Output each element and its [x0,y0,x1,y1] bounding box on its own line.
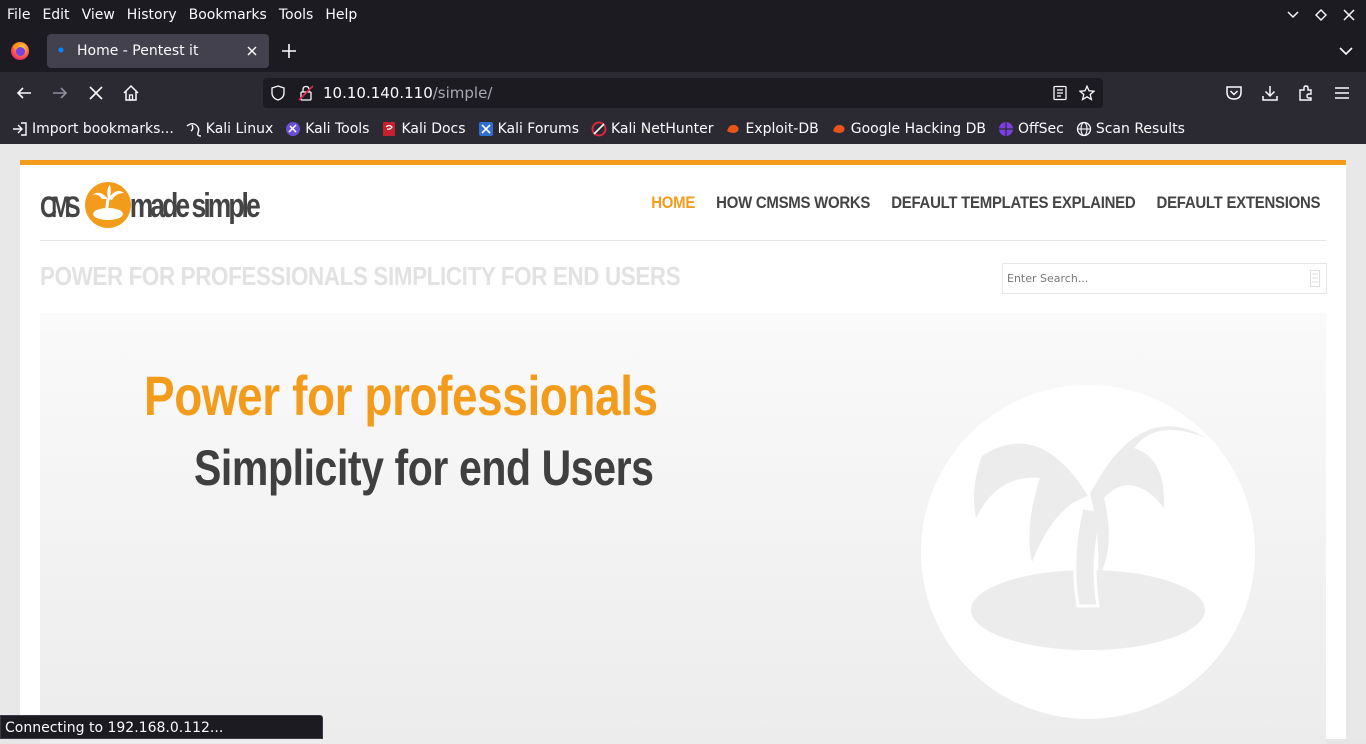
app-menu-button[interactable] [1332,83,1352,103]
window-controls [1286,0,1356,30]
hamburger-menu-icon [1335,87,1349,99]
globe-icon [1076,121,1091,137]
url-path: /simple/ [432,84,493,102]
shield-icon[interactable] [270,85,286,101]
page-viewport: CMS made simple HOME HOW CMSMS WORKS DEF… [0,144,1366,744]
tab-title: Home - Pentest it [77,43,199,59]
menu-edit[interactable]: Edit [36,0,75,30]
bookmark-label: Kali Linux [205,121,274,137]
forward-button[interactable] [50,83,70,103]
menu-tools[interactable]: Tools [273,0,320,30]
bookmark-exploit-db[interactable]: Exploit-DB [725,114,819,144]
menu-file[interactable]: File [1,0,36,30]
pocket-button[interactable] [1224,83,1244,103]
bookmark-offsec[interactable]: OffSec [998,114,1064,144]
menu-bar: File Edit View History Bookmarks Tools H… [0,0,1366,30]
search-box [1002,263,1327,294]
nav-home[interactable]: HOME [651,193,695,213]
pocket-icon [1226,86,1242,100]
menu-view[interactable]: View [76,0,121,30]
import-icon [13,122,27,136]
nav-how-cmsms-works[interactable]: HOW CMSMS WORKS [716,193,870,213]
loading-dot-icon [58,47,64,53]
chevron-down-icon[interactable] [1338,43,1354,59]
svg-text:made simple: made simple [130,187,261,225]
back-button[interactable] [14,83,34,103]
stop-button[interactable] [86,83,106,103]
url-host: 10.10.140.110 [323,84,433,102]
tab-home[interactable]: Home - Pentest it [47,34,269,68]
nav-default-extensions[interactable]: DEFAULT EXTENSIONS [1156,193,1320,213]
bookmark-label: Google Hacking DB [850,121,986,137]
bookmark-label: OffSec [1017,121,1064,137]
arrow-right-icon [53,87,68,99]
download-icon [1262,86,1278,101]
bookmark-kali-tools[interactable]: Kali Tools [285,114,369,144]
reader-view-icon[interactable] [1052,85,1068,101]
insecure-lock-icon[interactable] [298,85,314,101]
bookmark-kali-docs[interactable]: Kali Docs [381,114,466,144]
close-tab-icon[interactable] [245,44,259,58]
url-bar[interactable]: 10.10.140.110/simple/ [263,78,1103,108]
url-text[interactable]: 10.10.140.110/simple/ [323,78,492,108]
kali-docs-icon [383,122,396,136]
svg-text:CMS: CMS [40,190,81,223]
hero-headline: Power for professionals [144,364,658,427]
bookmark-label: Kali Forums [497,121,579,137]
extensions-button[interactable] [1296,83,1316,103]
bookmark-label: Exploit-DB [745,121,819,137]
star-icon[interactable] [1079,85,1095,101]
bookmark-ghdb[interactable]: Google Hacking DB [831,114,986,144]
bookmark-label: Kali Docs [401,121,466,137]
kali-nethunter-icon [591,121,607,137]
bookmark-label: Kali Tools [305,121,370,137]
home-button[interactable] [121,83,141,103]
tab-bar: Home - Pentest it [0,30,1366,72]
home-icon [123,84,139,101]
bookmark-scan-results[interactable]: Scan Results [1076,114,1185,144]
menu-help[interactable]: Help [319,0,363,30]
arrow-left-icon [16,87,31,99]
minimize-icon[interactable] [1286,8,1300,22]
exploit-db-icon [727,124,740,133]
bookmark-kali-forums[interactable]: Kali Forums [478,114,579,144]
nav-toolbar: 10.10.140.110/simple/ [0,72,1366,114]
kali-tools-icon [286,122,301,136]
site-header: CMS made simple HOME HOW CMSMS WORKS DEF… [40,165,1326,241]
offsec-icon [998,122,1013,136]
firefox-logo-icon[interactable] [10,41,30,61]
palm-island-watermark-icon [921,385,1255,719]
hero-banner: Power for professionals Simplicity for e… [40,313,1326,744]
site-tagline: POWER FOR PROFESSIONALS SIMPLICITY FOR E… [40,261,681,291]
bookmark-label: Import bookmarks... [32,121,174,137]
new-tab-icon[interactable] [280,42,298,60]
menu-history[interactable]: History [121,0,183,30]
kali-forums-icon [478,122,493,136]
menu-bookmarks[interactable]: Bookmarks [183,0,273,30]
cms-made-simple-logo[interactable]: CMS made simple [40,179,270,231]
search-input[interactable] [1003,264,1299,293]
nav-default-templates[interactable]: DEFAULT TEMPLATES EXPLAINED [891,193,1135,213]
hero-subline: Simplicity for end Users [194,440,654,496]
downloads-button[interactable] [1260,83,1280,103]
search-submit-icon[interactable] [1310,270,1320,287]
status-bar: Connecting to 192.168.0.112... [0,715,323,739]
bookmark-label: Scan Results [1095,121,1185,137]
maximize-icon[interactable] [1314,8,1328,22]
main-nav: HOME HOW CMSMS WORKS DEFAULT TEMPLATES E… [651,165,1320,241]
bookmark-import[interactable]: Import bookmarks... [12,114,174,144]
bookmarks-toolbar: Import bookmarks... Kali Linux Kali Tool… [0,114,1366,144]
ghdb-icon [832,124,845,133]
close-window-icon[interactable] [1342,8,1356,22]
kali-dragon-icon [186,123,201,137]
puzzle-icon [1299,85,1312,101]
stop-icon [89,86,103,100]
bookmark-label: Kali NetHunter [611,121,714,137]
bookmark-kali-linux[interactable]: Kali Linux [186,114,273,144]
bookmark-kali-nethunter[interactable]: Kali NetHunter [591,114,713,144]
site-container: CMS made simple HOME HOW CMSMS WORKS DEF… [20,160,1346,744]
